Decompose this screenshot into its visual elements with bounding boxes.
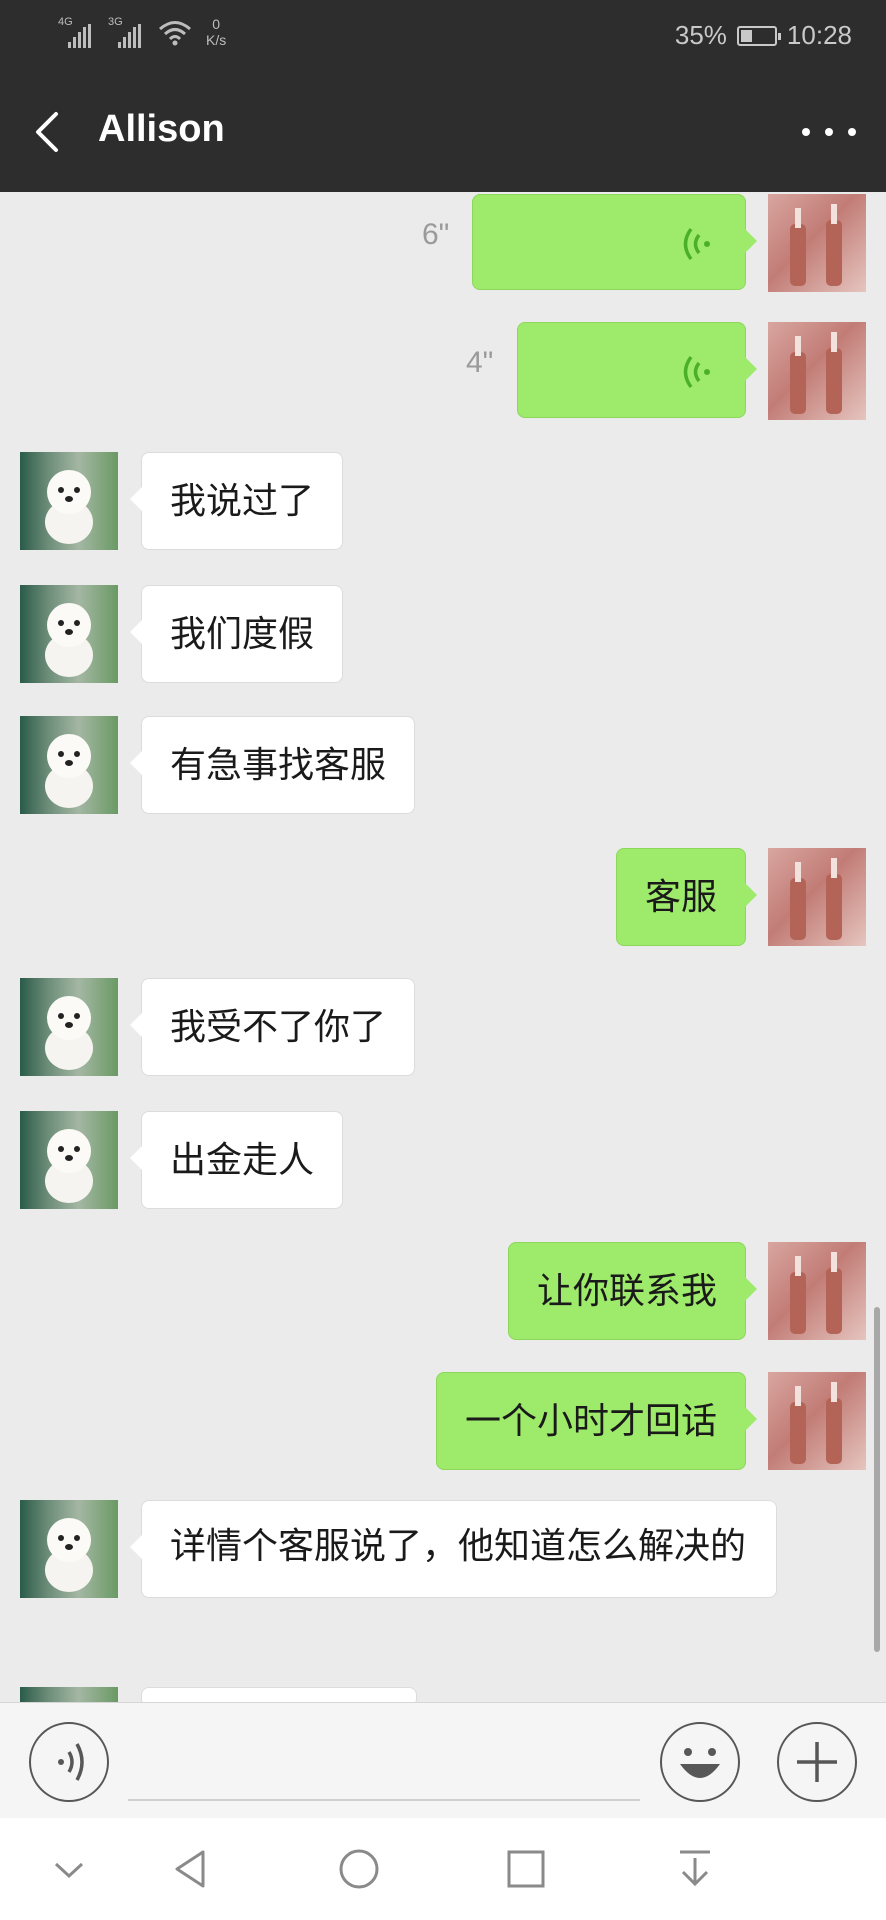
message-voice-outgoing: 6" — [0, 192, 886, 292]
message-text-outgoing: 一个小时才回话 — [0, 1372, 886, 1472]
bottles-avatar-image — [790, 1382, 842, 1464]
battery-icon — [736, 25, 781, 46]
message-text-input[interactable] — [128, 1723, 640, 1801]
chat-header: Allison — [0, 72, 886, 192]
clock-time: 10:28 — [786, 20, 852, 50]
chat-message-list[interactable]: 6" 4" 我说过了 我们度假 有急事找客服 客服 我受不了你了 出金走人 让你… — [0, 192, 886, 1702]
friend-avatar[interactable] — [20, 585, 118, 683]
bottles-avatar-image — [790, 332, 842, 414]
text-message-bubble[interactable]: 让你联系我 — [507, 1242, 758, 1340]
self-avatar[interactable] — [768, 1242, 866, 1340]
bottles-avatar-image — [790, 204, 842, 286]
message-text-incoming: 我受不了你了 — [0, 978, 886, 1078]
network-speed: 0 K/s — [206, 16, 226, 48]
partial-message-bubble[interactable] — [141, 1687, 417, 1702]
voice-input-icon — [58, 1743, 84, 1781]
emoji-button[interactable] — [660, 1722, 740, 1802]
contact-name-title: Allison — [98, 108, 225, 150]
voice-duration: 4" — [466, 346, 494, 379]
message-text-outgoing: 让你联系我 — [0, 1242, 886, 1342]
text-message-bubble[interactable]: 我们度假 — [129, 585, 344, 683]
puppy-avatar-image — [45, 734, 93, 808]
text-message-bubble[interactable]: 出金走人 — [129, 1111, 344, 1209]
chat-scrollbar[interactable] — [874, 1307, 880, 1652]
status-bar: 4G 3G 0 K/s 35% 10:28 — [0, 0, 886, 72]
message-text-incoming: 我们度假 — [0, 585, 886, 685]
voice-duration: 6" — [422, 218, 450, 251]
text-message-bubble[interactable]: 一个小时才回话 — [435, 1372, 758, 1470]
friend-avatar[interactable] — [20, 1500, 118, 1598]
message-text-incoming: 出金走人 — [0, 1111, 886, 1211]
bottles-avatar-image — [790, 1252, 842, 1334]
home-circle-icon[interactable] — [334, 1844, 384, 1894]
friend-avatar[interactable] — [20, 1111, 118, 1209]
message-text-outgoing: 客服 — [0, 848, 886, 948]
text-message-bubble[interactable]: 我说过了 — [129, 452, 344, 550]
battery-fill — [740, 29, 753, 42]
network-speed-value: 0 — [212, 16, 221, 32]
friend-avatar[interactable] — [20, 716, 118, 814]
battery-percent: 35% — [674, 20, 727, 50]
plus-icon — [797, 1742, 837, 1782]
message-text-incoming: 有急事找客服 — [0, 716, 886, 816]
voice-wave-icon — [683, 355, 710, 389]
message-input-bar — [0, 1702, 886, 1819]
notification-pulldown-icon[interactable] — [670, 1844, 720, 1894]
puppy-avatar-image — [45, 1518, 93, 1592]
voice-input-button[interactable] — [29, 1722, 109, 1802]
message-text-incoming: 我说过了 — [0, 452, 886, 552]
wifi-icon — [159, 21, 191, 46]
puppy-avatar-image — [45, 470, 93, 544]
system-navigation-bar — [0, 1818, 886, 1920]
bottles-avatar-image — [790, 858, 842, 940]
friend-avatar[interactable] — [20, 452, 118, 550]
text-message-bubble[interactable]: 客服 — [615, 848, 758, 946]
self-avatar[interactable] — [768, 322, 866, 420]
puppy-avatar-image — [45, 603, 93, 677]
self-avatar[interactable] — [768, 194, 866, 292]
friend-avatar[interactable] — [20, 1687, 118, 1702]
back-arrow-icon[interactable] — [24, 92, 72, 172]
friend-avatar[interactable] — [20, 978, 118, 1076]
network-speed-unit: K/s — [206, 32, 227, 48]
text-message-bubble[interactable]: 我受不了你了 — [129, 978, 416, 1076]
text-message-bubble[interactable]: 有急事找客服 — [129, 716, 416, 814]
text-message-bubble[interactable]: 详情个客服说了，他知道怎么解决的 — [130, 1500, 777, 1598]
signal-3g-icon: 3G — [108, 16, 148, 50]
voice-message-bubble[interactable] — [517, 322, 757, 418]
voice-wave-icon — [683, 227, 710, 261]
more-options-icon[interactable] — [802, 110, 856, 154]
message-voice-outgoing: 4" — [0, 320, 886, 420]
more-features-button[interactable] — [777, 1722, 857, 1802]
voice-message-bubble[interactable] — [472, 194, 757, 290]
self-avatar[interactable] — [768, 848, 866, 946]
back-triangle-icon[interactable] — [167, 1844, 217, 1894]
self-avatar[interactable] — [768, 1372, 866, 1470]
recents-square-icon[interactable] — [501, 1844, 551, 1894]
emoji-icon — [680, 1748, 720, 1778]
collapse-chevron-icon[interactable] — [44, 1844, 94, 1894]
signal-4g-icon: 4G — [58, 16, 98, 50]
puppy-avatar-image — [45, 1129, 93, 1203]
puppy-avatar-image — [45, 996, 93, 1070]
message-partial-incoming — [0, 1687, 886, 1702]
message-text-incoming: 详情个客服说了，他知道怎么解决的 — [0, 1500, 886, 1660]
